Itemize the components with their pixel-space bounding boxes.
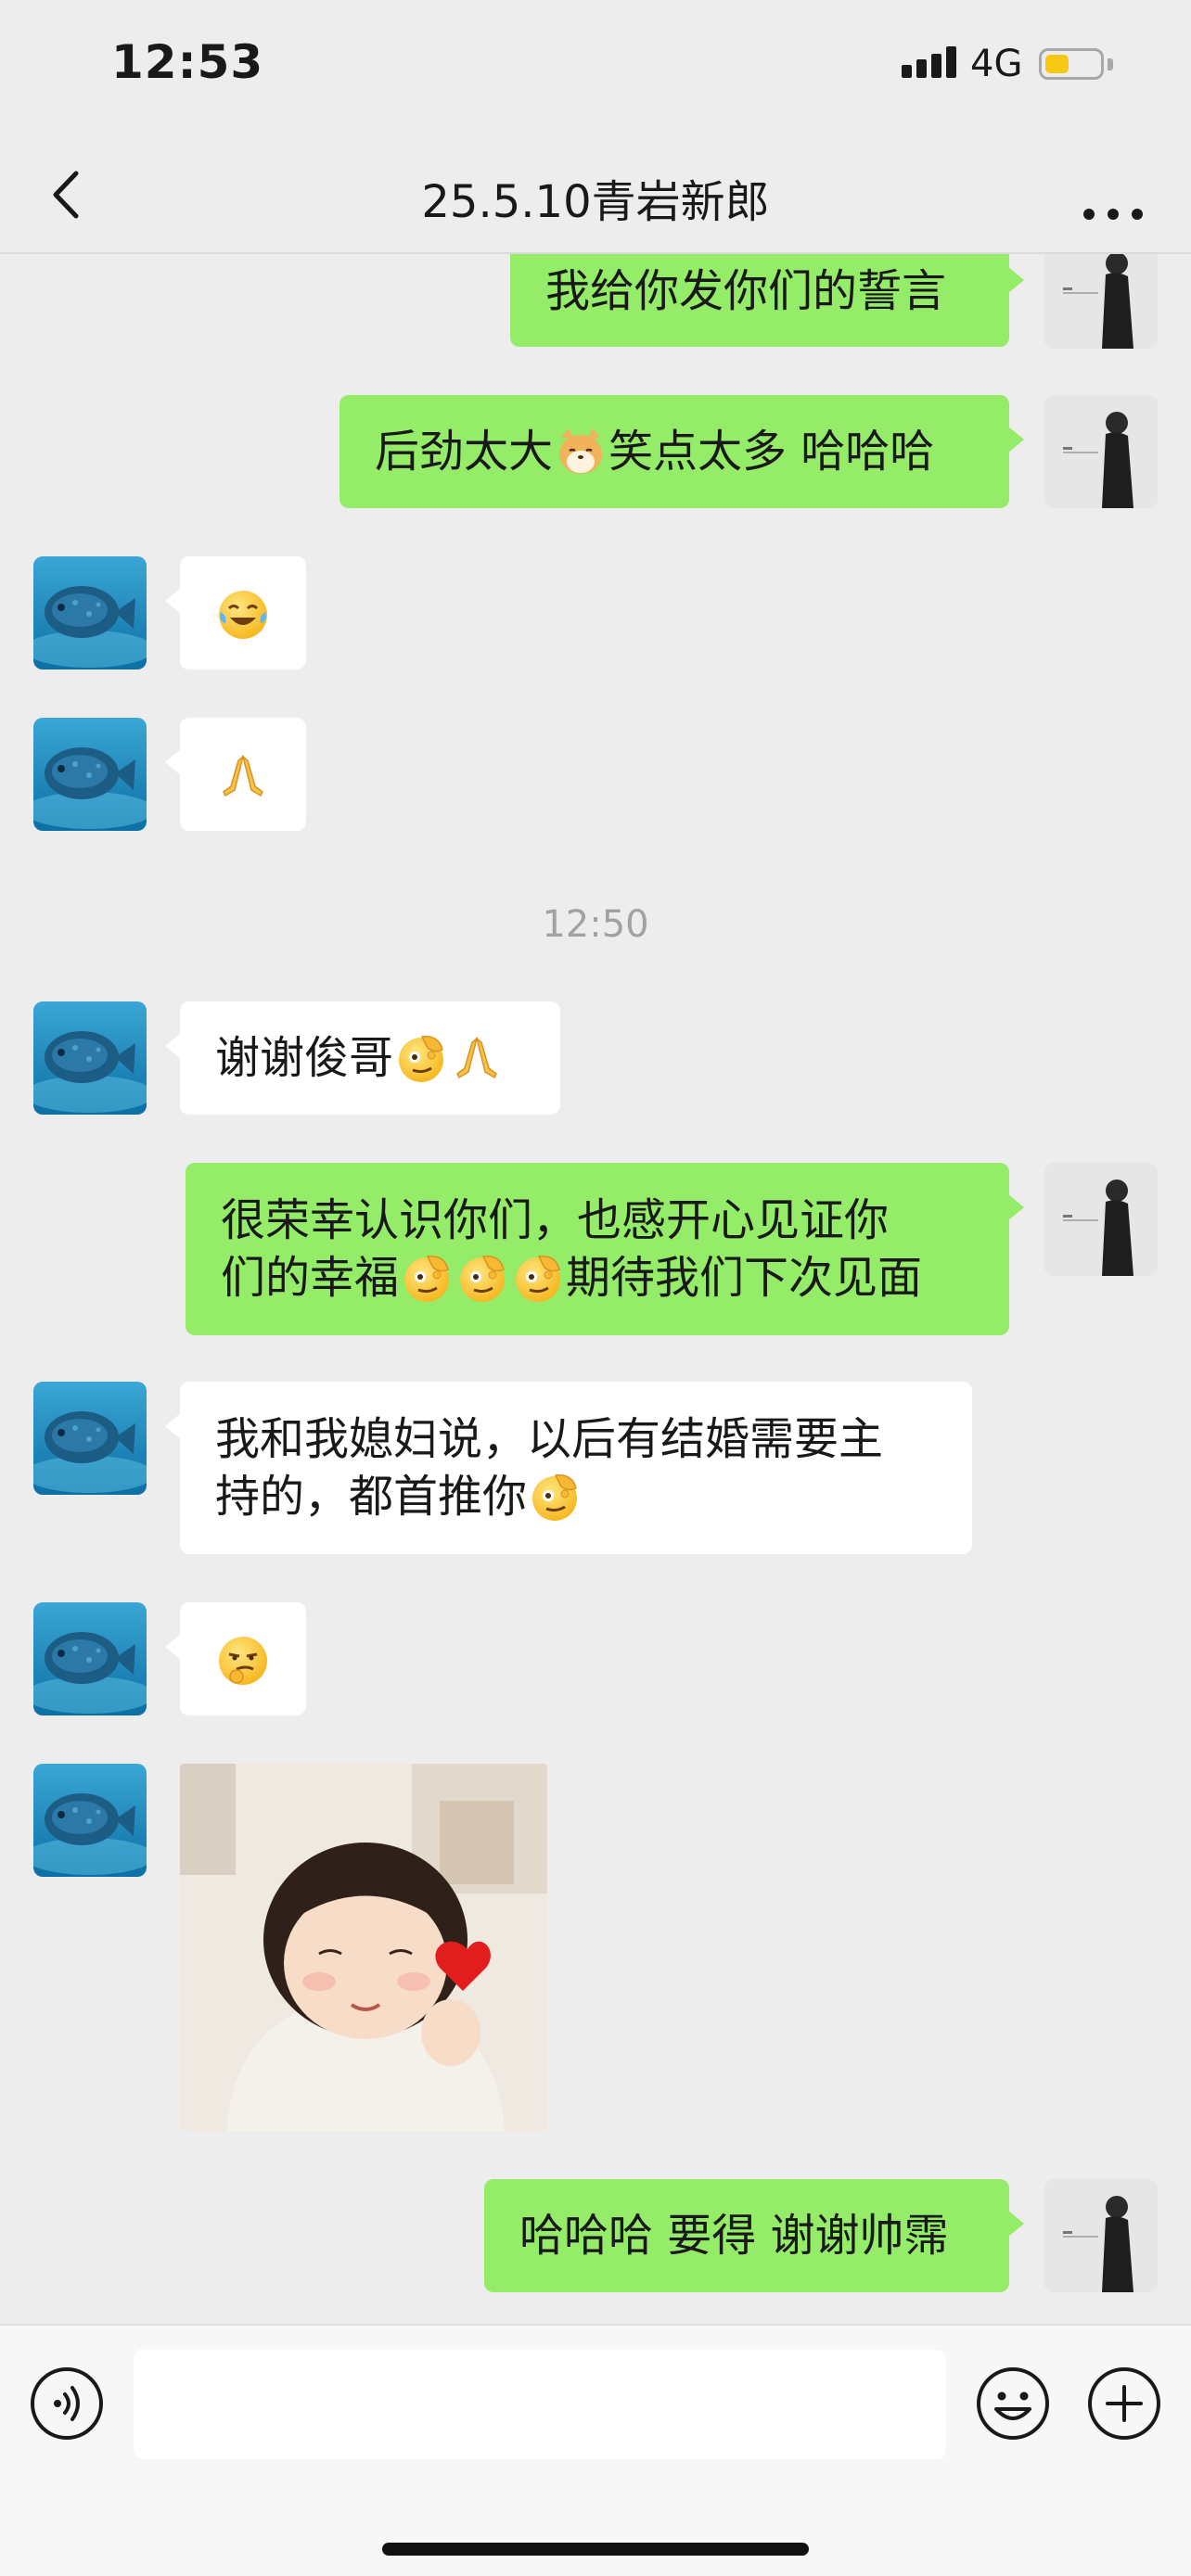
message-bubble-incoming[interactable] — [165, 556, 306, 670]
plus-circle-icon — [1088, 2367, 1160, 2440]
contact-avatar[interactable] — [33, 1382, 147, 1495]
self-avatar[interactable] — [1044, 1163, 1158, 1276]
signal-strength-icon — [902, 46, 956, 78]
message-text: 持的，都首推你 — [215, 1471, 528, 1523]
message-text: 们的幸福 — [221, 1252, 400, 1304]
message-text: 后劲太大 — [375, 426, 554, 478]
dog-face-emoji-icon — [554, 425, 608, 478]
battery-level-fill — [1045, 55, 1069, 73]
message-input[interactable] — [134, 2350, 946, 2459]
contact-avatar[interactable] — [33, 1602, 147, 1715]
message-text: 期待我们下次见面 — [566, 1252, 923, 1304]
salute-emoji-icon — [528, 1470, 582, 1524]
message-text: 笑点太多 哈哈哈 — [608, 426, 935, 478]
girl-with-heart-sticker-icon — [180, 1764, 547, 2131]
message-bubble-incoming[interactable] — [165, 1602, 306, 1715]
status-bar: 12:53 4G — [0, 0, 1191, 139]
status-time: 12:53 — [111, 35, 264, 89]
voice-icon — [31, 2367, 103, 2440]
more-dots-icon — [1083, 209, 1143, 220]
message-bubble-outgoing[interactable]: 我给你发你们的誓言 — [510, 254, 1024, 347]
home-indicator — [382, 2543, 809, 2556]
thinking-smirk-emoji-icon — [216, 1634, 270, 1688]
folded-hands-emoji-icon — [216, 749, 270, 803]
message-bubble-incoming[interactable] — [165, 718, 306, 831]
message-text-line: 我和我媳妇说，以后有结婚需要主 — [215, 1413, 884, 1465]
message-text-line: 们的幸福 期待我们下次见面 — [221, 1249, 1009, 1307]
message-text: 哈哈哈 要得 谢谢帅霈 — [519, 2210, 949, 2262]
chat-title: 25.5.10青岩新郎 — [421, 176, 770, 228]
message-text: 我给你发你们的誓言 — [545, 265, 947, 317]
salute-emoji-icon — [455, 1251, 509, 1305]
emoji-button[interactable] — [974, 2365, 1052, 2442]
laughing-crying-emoji-icon — [216, 588, 270, 642]
message-text-line: 持的，都首推你 — [215, 1468, 972, 1525]
message-input-bar — [0, 2324, 1191, 2576]
contact-avatar[interactable] — [33, 1764, 147, 1877]
message-text: 谢谢俊哥 — [215, 1032, 394, 1084]
chat-header: 25.5.10青岩新郎 — [0, 139, 1191, 254]
salute-emoji-icon — [511, 1251, 565, 1305]
time-divider: 12:50 — [542, 903, 649, 946]
contact-avatar[interactable] — [33, 718, 147, 831]
message-bubble-outgoing[interactable]: 后劲太大 笑点太多 哈哈哈 — [339, 395, 1024, 508]
self-avatar[interactable] — [1044, 395, 1158, 508]
folded-hands-emoji-icon — [450, 1031, 504, 1085]
more-button[interactable] — [1076, 162, 1150, 227]
battery-icon — [1039, 48, 1104, 80]
network-type-label: 4G — [970, 43, 1023, 85]
message-bubble-outgoing[interactable]: 很荣幸认识你们，也感开心见证你 们的幸福 期待我们下次见面 — [186, 1163, 1024, 1335]
message-bubble-incoming[interactable]: 我和我媳妇说，以后有结婚需要主 持的，都首推你 — [165, 1382, 972, 1554]
self-avatar[interactable] — [1044, 2179, 1158, 2292]
message-text-line: 很荣幸认识你们，也感开心见证你 — [221, 1194, 890, 1246]
message-bubble-incoming[interactable]: 谢谢俊哥 — [165, 1001, 560, 1115]
battery-cap — [1108, 58, 1113, 70]
voice-button[interactable] — [28, 2365, 106, 2442]
message-bubble-outgoing[interactable]: 哈哈哈 要得 谢谢帅霈 — [484, 2179, 1024, 2292]
message-list[interactable]: 我给你发你们的誓言 后劲太大 笑点太多 哈哈哈 12:50 谢谢俊哥 很荣幸认识你… — [0, 254, 1191, 2324]
contact-avatar[interactable] — [33, 556, 147, 670]
self-avatar[interactable] — [1044, 254, 1158, 349]
sticker-image-girl-with-heart[interactable] — [180, 1764, 547, 2131]
plus-button[interactable] — [1085, 2365, 1163, 2442]
salute-emoji-icon — [394, 1031, 448, 1085]
contact-avatar[interactable] — [33, 1001, 147, 1115]
salute-emoji-icon — [400, 1251, 454, 1305]
smiley-icon — [977, 2367, 1049, 2440]
